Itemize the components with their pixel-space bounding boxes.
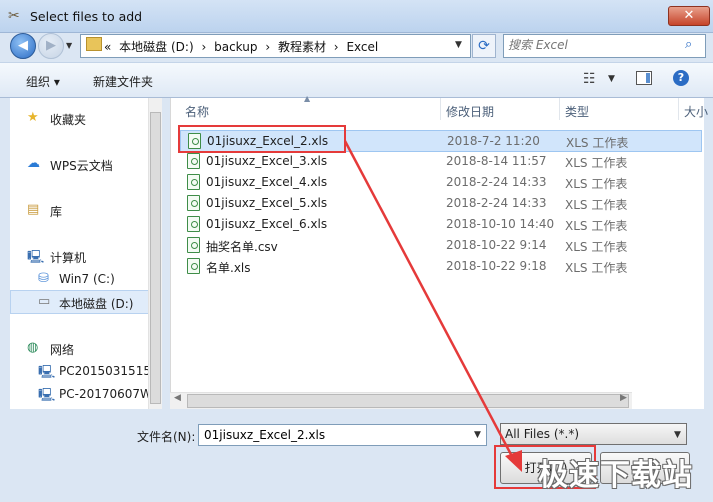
xls-file-icon [187,195,200,211]
pc-icon: 🖳 [38,365,56,380]
file-name: 名单.xls [206,261,251,275]
library-icon: ▤ [27,202,40,217]
organize-button[interactable]: 组织 ▾ [26,73,60,90]
file-date: 2018-10-22 9:14 [446,238,547,252]
pc-icon: 🖳 [38,388,56,403]
column-divider[interactable] [559,98,560,120]
column-header-type[interactable]: 类型 [565,103,589,120]
file-name: 01jisuxz_Excel_4.xls [206,175,328,189]
forward-button[interactable]: ▶ [38,33,64,59]
folder-icon [86,37,102,51]
highlight-box-file [178,125,346,153]
view-dropdown[interactable]: ▼ [608,74,615,84]
scroll-right-icon[interactable]: ▶ [620,393,627,403]
file-name: 01jisuxz_Excel_3.xls [206,154,328,168]
sidebar-item-network[interactable]: 网络 [50,341,74,358]
help-icon[interactable]: ? [673,70,689,86]
windows-drive-icon: ⛁ [38,271,49,286]
file-name: 抽奖名单.csv [206,240,278,254]
file-type: XLS 工作表 [565,156,628,170]
file-date: 2018-10-22 9:18 [446,259,547,273]
column-header-name[interactable]: 名称 [185,103,209,120]
column-divider[interactable] [678,98,679,120]
computer-icon: 🖳 [27,250,45,265]
watermark: 极速下载站 [538,458,693,493]
csv-file-icon [187,237,200,253]
app-icon: ✂ [8,8,20,24]
file-type: XLS 工作表 [565,219,628,233]
breadcrumb-separator[interactable]: › [265,40,270,54]
filename-field[interactable] [198,424,487,446]
window-title: Select files to add [30,9,143,24]
arrow-right-icon: ▶ [46,38,56,53]
scroll-left-icon[interactable]: ◀ [174,393,181,403]
file-type: XLS 工作表 [565,240,628,254]
file-date: 2018-2-24 14:33 [446,196,547,210]
file-date: 2018-8-14 11:57 [446,154,547,168]
arrow-left-icon: ◀ [18,38,28,53]
filename-dropdown[interactable]: ▼ [474,430,481,440]
address-dropdown[interactable]: ▼ [455,40,462,50]
breadcrumb-item[interactable]: 教程素材 [278,40,326,54]
search-input[interactable] [508,38,678,52]
xls-file-icon [187,258,200,274]
filename-label: 文件名(N): [137,430,196,444]
file-name: 01jisuxz_Excel_5.xls [206,196,328,210]
xls-file-icon [187,216,200,232]
file-type: XLS 工作表 [565,198,628,212]
navigation-scroll-thumb[interactable] [150,112,161,404]
breadcrumb: « 本地磁盘 (D:) › backup › 教程素材 › Excel [104,38,382,55]
network-icon: ◍ [27,340,39,355]
file-type: XLS 工作表 [565,177,628,191]
table-row[interactable]: 抽奖名单.csv 2018-10-22 9:14 XLS 工作表 [180,235,700,255]
chevron-down-icon[interactable]: ▼ [674,430,681,440]
table-row[interactable]: 01jisuxz_Excel_5.xls 2018-2-24 14:33 XLS… [180,193,700,213]
breadcrumb-item[interactable]: backup [214,40,257,54]
sidebar-item-pc-1[interactable]: PC20150315153 [59,364,159,378]
sidebar-item-favorites[interactable]: 收藏夹 [50,111,86,128]
file-date: 2018-10-10 14:40 [446,217,555,231]
recent-locations-dropdown[interactable]: ▼ [66,41,72,50]
table-row[interactable]: 01jisuxz_Excel_6.xls 2018-10-10 14:40 XL… [180,214,700,234]
sidebar-item-computer[interactable]: 计算机 [50,249,86,266]
file-type: XLS 工作表 [565,261,628,275]
sidebar-item-drive-d[interactable]: 本地磁盘 (D:) [59,295,133,312]
preview-pane-icon[interactable] [636,71,652,85]
sidebar-item-wps-cloud[interactable]: WPS云文档 [50,157,113,174]
cloud-icon: ☁ [27,156,40,171]
refresh-button[interactable]: ⟳ [472,34,496,58]
search-icon[interactable]: ⌕ [685,37,692,52]
drive-icon: ▭ [38,294,51,309]
refresh-icon: ⟳ [478,38,490,54]
column-divider[interactable] [440,98,441,120]
new-folder-button[interactable]: 新建文件夹 [93,73,153,90]
file-type-value: All Files (*.*) [505,427,580,441]
view-options-icon[interactable]: ☷ [583,71,596,87]
table-row[interactable]: 01jisuxz_Excel_3.xls 2018-8-14 11:57 XLS… [180,151,700,171]
file-name: 01jisuxz_Excel_6.xls [206,217,328,231]
breadcrumb-item[interactable]: Excel [346,40,378,54]
breadcrumb-overflow[interactable]: « [104,40,111,54]
horizontal-scroll-thumb[interactable] [187,394,629,408]
file-type: XLS 工作表 [566,136,629,150]
star-icon: ★ [27,110,39,125]
sidebar-item-drive-c[interactable]: Win7 (C:) [59,272,115,286]
breadcrumb-item[interactable]: 本地磁盘 (D:) [119,40,193,54]
close-button[interactable]: ✕ [668,6,710,26]
file-date: 2018-2-24 14:33 [446,175,547,189]
xls-file-icon [187,153,200,169]
xls-file-icon [187,174,200,190]
breadcrumb-separator[interactable]: › [201,40,206,54]
back-button[interactable]: ◀ [10,33,36,59]
table-row[interactable]: 名单.xls 2018-10-22 9:18 XLS 工作表 [180,256,700,276]
sidebar-item-pc-2[interactable]: PC-20170607W [59,387,152,401]
table-row[interactable]: 01jisuxz_Excel_4.xls 2018-2-24 14:33 XLS… [180,172,700,192]
sidebar-item-libraries[interactable]: 库 [50,203,62,220]
breadcrumb-separator[interactable]: › [334,40,339,54]
sort-ascending-icon: ▲ [304,94,311,103]
column-header-size[interactable]: 大小 [684,103,708,120]
column-header-date[interactable]: 修改日期 [446,103,494,120]
file-date: 2018-7-2 11:20 [447,134,540,148]
